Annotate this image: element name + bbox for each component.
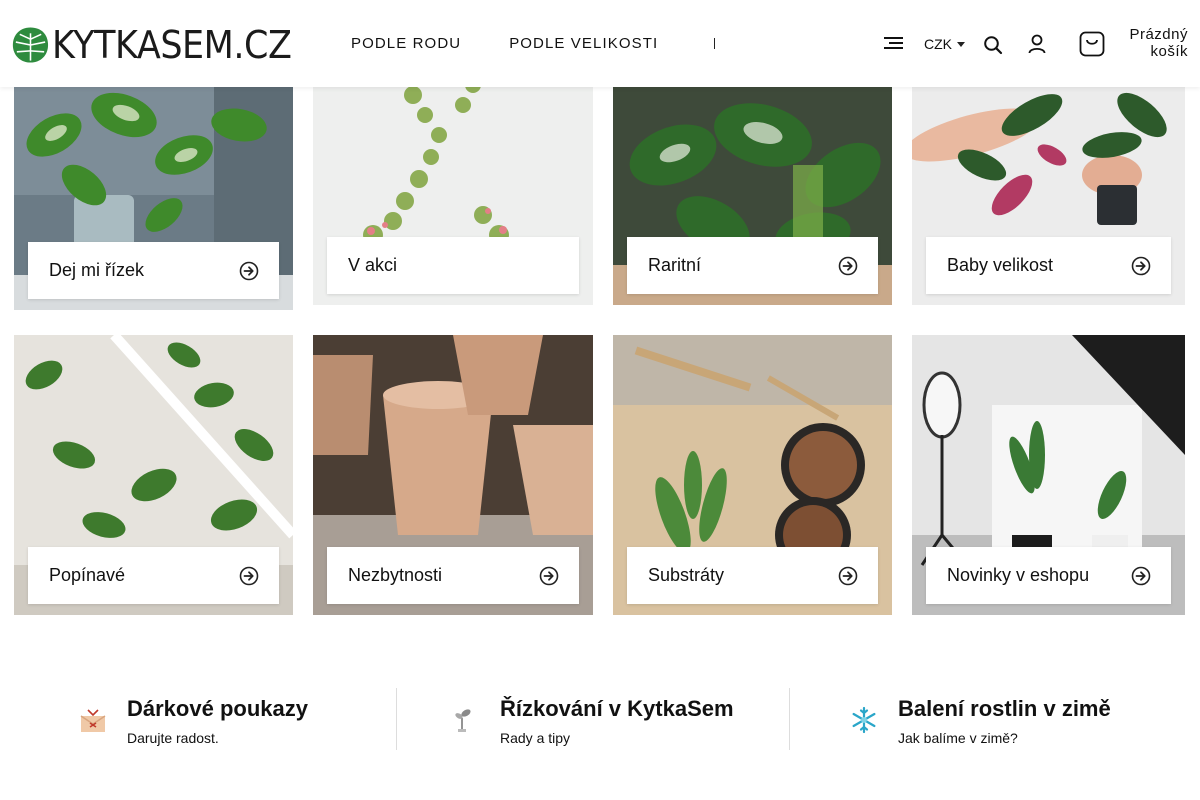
category-tile-essentials[interactable]: Nezbytnosti <box>313 335 593 615</box>
feature-title: Dárkové poukazy <box>127 696 308 721</box>
feature-strip: Dárkové poukazy Darujte radost. Řízkován… <box>0 688 1200 750</box>
currency-selector[interactable]: CZK <box>924 36 965 52</box>
cart-status[interactable]: Prázdný košík <box>1118 26 1188 60</box>
gift-voucher-icon <box>80 709 106 732</box>
arrow-right-circle-icon <box>1131 256 1151 275</box>
category-tile-climbing[interactable]: Popínavé <box>14 335 293 615</box>
tile-label-box[interactable]: V akci <box>327 237 579 294</box>
arrow-right-circle-icon <box>239 566 259 585</box>
category-tile-substrates[interactable]: Substráty <box>613 335 892 615</box>
site-header: KYTKASEM.CZ PODLE RODU PODLE VELIKOSTI C… <box>0 0 1200 87</box>
cart-status-line2: košík <box>1150 43 1188 60</box>
main-nav: PODLE RODU PODLE VELIKOSTI <box>351 35 706 53</box>
snowflake-icon <box>852 706 876 734</box>
logo-text: KYTKASEM.CZ <box>52 23 292 67</box>
cart-status-line1: Prázdný <box>1129 26 1188 43</box>
tile-label: Novinky v eshopu <box>947 565 1090 585</box>
category-tile-rare[interactable]: Raritní <box>613 75 892 305</box>
nav-separator <box>714 38 715 49</box>
feature-subtitle: Jak balíme v zimě? <box>898 730 1018 746</box>
arrow-right-circle-icon <box>838 256 858 275</box>
tile-label-box[interactable]: Dej mi řízek <box>28 242 279 299</box>
tile-label-box[interactable]: Raritní <box>627 237 878 294</box>
tile-label: Substráty <box>648 565 725 585</box>
category-tile-sale[interactable]: V akci <box>313 75 593 305</box>
category-tile-cuttings[interactable]: Dej mi řízek <box>14 75 293 310</box>
menu-icon[interactable] <box>884 35 904 51</box>
feature-gift-vouchers[interactable]: Dárkové poukazy Darujte radost. <box>79 688 308 750</box>
caret-down-icon <box>957 41 965 47</box>
tile-label-box[interactable]: Novinky v eshopu <box>926 547 1171 604</box>
tile-label: Baby velikost <box>947 255 1054 275</box>
nav-item-by-genus[interactable]: PODLE RODU <box>351 35 461 53</box>
category-tile-baby[interactable]: Baby velikost <box>912 75 1185 305</box>
user-icon[interactable] <box>1027 34 1047 54</box>
feature-divider <box>789 688 790 750</box>
tile-label: Raritní <box>648 255 702 275</box>
tile-label-box[interactable]: Nezbytnosti <box>327 547 579 604</box>
monstera-leaf-icon <box>12 27 49 63</box>
cart-icon[interactable] <box>1079 31 1105 57</box>
feature-title: Řízkování v KytkaSem <box>500 696 734 721</box>
category-tile-new[interactable]: Novinky v eshopu <box>912 335 1185 615</box>
nav-item-by-size[interactable]: PODLE VELIKOSTI <box>509 35 658 53</box>
feature-divider <box>396 688 397 750</box>
arrow-right-circle-icon <box>539 566 559 585</box>
arrow-right-circle-icon <box>1131 566 1151 585</box>
currency-label: CZK <box>924 36 952 52</box>
feature-title: Balení rostlin v zimě <box>898 696 1111 721</box>
tile-label: Nezbytnosti <box>348 565 443 585</box>
logo[interactable]: KYTKASEM.CZ <box>11 23 312 67</box>
arrow-right-circle-icon <box>239 261 259 280</box>
feature-subtitle: Rady a tipy <box>500 730 571 746</box>
tile-label: Dej mi řízek <box>49 260 145 280</box>
tile-label: V akci <box>348 255 398 275</box>
feature-cuttings[interactable]: Řízkování v KytkaSem Rady a tipy <box>452 688 734 750</box>
tile-label-box[interactable]: Substráty <box>627 547 878 604</box>
feature-winter-packing[interactable]: Balení rostlin v zimě Jak balíme v zimě? <box>850 688 1111 750</box>
tile-label-box[interactable]: Baby velikost <box>926 237 1171 294</box>
search-icon[interactable] <box>983 35 1003 55</box>
tile-label-box[interactable]: Popínavé <box>28 547 279 604</box>
cutting-icon <box>455 709 471 732</box>
arrow-right-circle-icon <box>838 566 858 585</box>
tile-label: Popínavé <box>49 565 126 585</box>
feature-subtitle: Darujte radost. <box>127 730 219 746</box>
